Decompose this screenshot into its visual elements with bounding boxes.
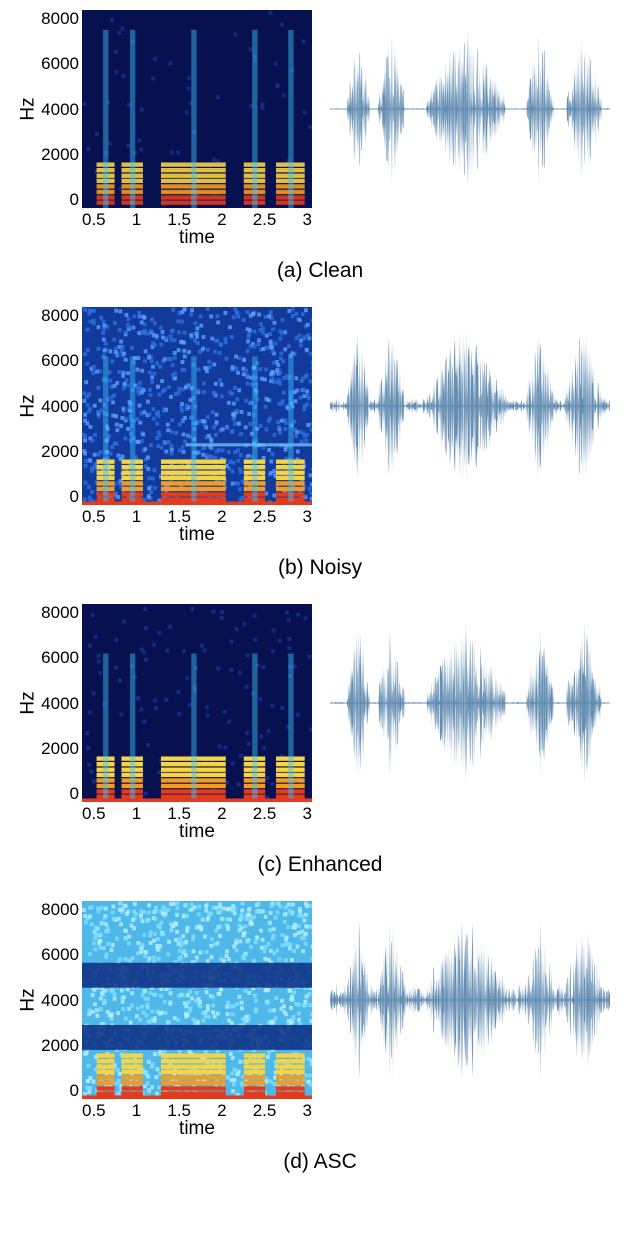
spectrogram-plot bbox=[82, 307, 312, 505]
panel-caption: (d) ASC bbox=[20, 1150, 620, 1174]
y-axis-label: Hz bbox=[18, 988, 40, 1011]
panel-caption: (b) Noisy bbox=[20, 556, 620, 580]
spectrogram-plot bbox=[82, 901, 312, 1099]
y-tick: 6000 bbox=[41, 649, 79, 666]
y-tick: 6000 bbox=[41, 352, 79, 369]
y-tick: 8000 bbox=[41, 307, 79, 324]
waveform-plot bbox=[320, 10, 610, 208]
x-axis-label: time bbox=[82, 821, 312, 843]
panel-caption: (a) Clean bbox=[20, 259, 620, 283]
y-tick: 2000 bbox=[41, 443, 79, 460]
y-axis-label: Hz bbox=[18, 691, 40, 714]
spectrogram-block: Hz800060004000200000.511.522.53time bbox=[20, 901, 320, 1140]
y-tick: 4000 bbox=[41, 101, 79, 118]
panel-caption: (c) Enhanced bbox=[20, 853, 620, 877]
y-ticks: 8000 6000 4000 2000 0 bbox=[38, 307, 82, 505]
figure-container: Hz800060004000200000.511.522.53time(a) C… bbox=[20, 10, 620, 1174]
y-tick: 2000 bbox=[41, 740, 79, 757]
y-tick: 6000 bbox=[41, 946, 79, 963]
y-tick: 2000 bbox=[41, 146, 79, 163]
y-tick: 2000 bbox=[41, 1037, 79, 1054]
y-tick: 0 bbox=[70, 488, 79, 505]
spectrogram-plot bbox=[82, 10, 312, 208]
spectrogram-plot bbox=[82, 604, 312, 802]
y-ticks: 8000 6000 4000 2000 0 bbox=[38, 10, 82, 208]
y-tick: 8000 bbox=[41, 10, 79, 27]
y-tick: 8000 bbox=[41, 901, 79, 918]
y-tick: 4000 bbox=[41, 992, 79, 1009]
y-tick: 4000 bbox=[41, 695, 79, 712]
spectrogram-block: Hz800060004000200000.511.522.53time bbox=[20, 10, 320, 249]
spectrogram-block: Hz800060004000200000.511.522.53time bbox=[20, 307, 320, 546]
waveform-plot bbox=[320, 307, 610, 505]
y-tick: 4000 bbox=[41, 398, 79, 415]
waveform-plot bbox=[320, 901, 610, 1099]
x-axis-label: time bbox=[82, 524, 312, 546]
panel-noisy: Hz800060004000200000.511.522.53time bbox=[20, 307, 620, 546]
y-tick: 0 bbox=[70, 191, 79, 208]
y-tick: 0 bbox=[70, 785, 79, 802]
waveform-plot bbox=[320, 604, 610, 802]
y-axis-label: Hz bbox=[18, 394, 40, 417]
y-tick: 0 bbox=[70, 1082, 79, 1099]
y-tick: 8000 bbox=[41, 604, 79, 621]
panel-asc: Hz800060004000200000.511.522.53time bbox=[20, 901, 620, 1140]
y-ticks: 8000 6000 4000 2000 0 bbox=[38, 901, 82, 1099]
panel-clean: Hz800060004000200000.511.522.53time bbox=[20, 10, 620, 249]
panel-enhanced: Hz800060004000200000.511.522.53time bbox=[20, 604, 620, 843]
y-ticks: 8000 6000 4000 2000 0 bbox=[38, 604, 82, 802]
x-axis-label: time bbox=[82, 1118, 312, 1140]
y-tick: 6000 bbox=[41, 55, 79, 72]
y-axis-label: Hz bbox=[18, 97, 40, 120]
spectrogram-block: Hz800060004000200000.511.522.53time bbox=[20, 604, 320, 843]
x-axis-label: time bbox=[82, 227, 312, 249]
